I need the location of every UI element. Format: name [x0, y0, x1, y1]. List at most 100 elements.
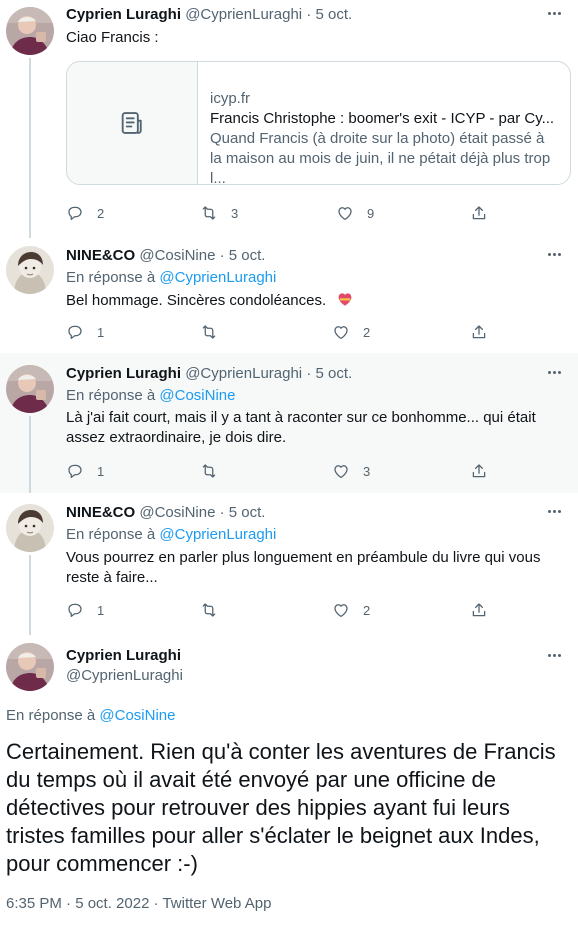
reply-context: En réponse à @CosiNine — [66, 386, 236, 406]
like-icon — [336, 204, 354, 222]
thread-line — [29, 416, 31, 493]
tweet-1[interactable]: Cyprien Luraghi @CyprienLuraghi · 5 oct.… — [0, 0, 578, 238]
reply-count: 1 — [97, 602, 105, 618]
link-card[interactable]: icyp.fr Francis Christophe : boomer's ex… — [66, 61, 571, 185]
like-count: 2 — [363, 602, 371, 618]
tweet-3[interactable]: Cyprien Luraghi @CyprienLuraghi · 5 oct.… — [0, 353, 578, 493]
reply-prefix: En réponse à — [66, 526, 156, 543]
retweet-count: 3 — [231, 205, 239, 221]
tweet-text: Vous pourrez en parler plus longuement e… — [66, 549, 541, 586]
like-icon — [332, 601, 350, 619]
author-name[interactable]: Cyprien Luraghi — [66, 6, 181, 23]
author-name[interactable]: NINE&CO — [66, 504, 135, 521]
like-button[interactable]: 2 — [332, 600, 370, 620]
reply-button[interactable]: 2 — [66, 203, 104, 223]
separator: · — [306, 6, 312, 23]
reply-to-link[interactable]: @CyprienLuraghi — [159, 526, 276, 543]
tweet-header: Cyprien Luraghi @CyprienLuraghi · 5 oct. — [66, 5, 352, 25]
like-count: 3 — [363, 463, 371, 479]
thread-line — [29, 58, 31, 238]
reply-context: En réponse à @CyprienLuraghi — [66, 268, 276, 288]
reply-to-link[interactable]: @CosiNine — [99, 707, 175, 724]
card-domain: icyp.fr — [210, 90, 251, 107]
share-button[interactable] — [470, 322, 488, 342]
like-count: 2 — [363, 324, 371, 340]
reply-to-link[interactable]: @CosiNine — [159, 387, 235, 404]
tweet-header: NINE&CO @CosiNine · 5 oct. — [66, 503, 265, 523]
tweet-2[interactable]: NINE&CO @CosiNine · 5 oct. En réponse à … — [0, 238, 578, 353]
more-options-icon[interactable] — [548, 647, 568, 667]
retweet-button[interactable]: 3 — [200, 203, 238, 223]
like-button[interactable]: 2 — [332, 322, 370, 342]
reply-button[interactable]: 1 — [66, 322, 104, 342]
avatar[interactable] — [6, 504, 54, 552]
tweet-text: Là j'ai fait court, mais il y a tant à r… — [66, 409, 536, 446]
reply-context: En réponse à @CyprienLuraghi — [66, 525, 276, 545]
separator: · — [219, 504, 225, 521]
share-button[interactable] — [470, 600, 488, 620]
tweet-actions: 2 3 9 — [64, 203, 494, 223]
author-handle[interactable]: @CyprienLuraghi — [185, 365, 302, 382]
avatar[interactable] — [6, 643, 54, 691]
reply-icon — [66, 462, 84, 480]
tweet-text: Bel hommage. Sincères condoléances. — [66, 290, 560, 314]
more-options-icon[interactable] — [548, 364, 568, 384]
reply-button[interactable]: 1 — [66, 600, 104, 620]
reply-icon — [66, 323, 84, 341]
separator: · — [219, 247, 225, 264]
author-name[interactable]: NINE&CO — [66, 247, 135, 264]
tweet-date[interactable]: 5 oct. — [315, 6, 352, 23]
avatar[interactable] — [6, 365, 54, 413]
like-icon — [332, 323, 350, 341]
author-handle[interactable]: @CosiNine — [139, 247, 215, 264]
author-handle[interactable]: @CosiNine — [139, 504, 215, 521]
card-description: Quand Francis (à droite sur la photo) ét… — [210, 130, 551, 185]
reply-prefix: En réponse à — [66, 387, 156, 404]
tweet-4[interactable]: NINE&CO @CosiNine · 5 oct. En réponse à … — [0, 493, 578, 635]
author-name[interactable]: Cyprien Luraghi — [66, 646, 181, 666]
share-icon — [470, 462, 488, 480]
tweet-date[interactable]: 5 oct. — [229, 247, 266, 264]
retweet-button[interactable] — [200, 461, 218, 481]
reply-to-link[interactable]: @CyprienLuraghi — [159, 269, 276, 286]
tweet-text-content: Bel hommage. Sincères condoléances. — [66, 292, 327, 309]
retweet-button[interactable] — [200, 600, 218, 620]
share-button[interactable] — [470, 203, 488, 223]
tweet-header: Cyprien Luraghi @CyprienLuraghi · 5 oct. — [66, 364, 352, 384]
share-button[interactable] — [470, 461, 488, 481]
more-options-icon[interactable] — [548, 5, 568, 25]
tweet-header: NINE&CO @CosiNine · 5 oct. — [66, 246, 265, 266]
retweet-button[interactable] — [200, 322, 218, 342]
card-body: icyp.fr Francis Christophe : boomer's ex… — [210, 89, 560, 185]
tweet-date[interactable]: 5 oct. — [229, 504, 266, 521]
more-options-icon[interactable] — [548, 503, 568, 523]
reply-context: En réponse à @CosiNine — [6, 707, 176, 724]
author-handle[interactable]: @CyprienLuraghi — [66, 666, 183, 686]
reply-count: 2 — [97, 205, 105, 221]
heart-icon — [336, 290, 354, 314]
like-icon — [332, 462, 350, 480]
like-button[interactable]: 3 — [332, 461, 370, 481]
avatar[interactable] — [6, 246, 54, 294]
tweet-date[interactable]: 5 oct. — [315, 365, 352, 382]
card-title: Francis Christophe : boomer's exit - ICY… — [210, 110, 555, 127]
more-options-icon[interactable] — [548, 246, 568, 266]
avatar[interactable] — [6, 7, 54, 55]
like-count: 9 — [367, 205, 375, 221]
main-tweet-text: Certainement. Rien qu'à conter les avent… — [6, 739, 556, 876]
reply-count: 1 — [97, 324, 105, 340]
reply-prefix: En réponse à — [66, 269, 156, 286]
like-button[interactable]: 9 — [336, 203, 374, 223]
reply-prefix: En réponse à — [6, 707, 96, 724]
tweet-actions: 1 2 — [64, 322, 494, 342]
article-icon — [67, 62, 198, 184]
author-handle[interactable]: @CyprienLuraghi — [185, 6, 302, 23]
retweet-icon — [200, 204, 218, 222]
separator: · — [306, 365, 312, 382]
retweet-icon — [200, 462, 218, 480]
tweet-actions: 1 3 — [64, 461, 494, 481]
tweet-text: Ciao Francis : — [66, 29, 159, 46]
author-name[interactable]: Cyprien Luraghi — [66, 365, 181, 382]
reply-button[interactable]: 1 — [66, 461, 104, 481]
tweet-meta[interactable]: 6:35 PM · 5 oct. 2022 · Twitter Web App — [6, 895, 271, 912]
